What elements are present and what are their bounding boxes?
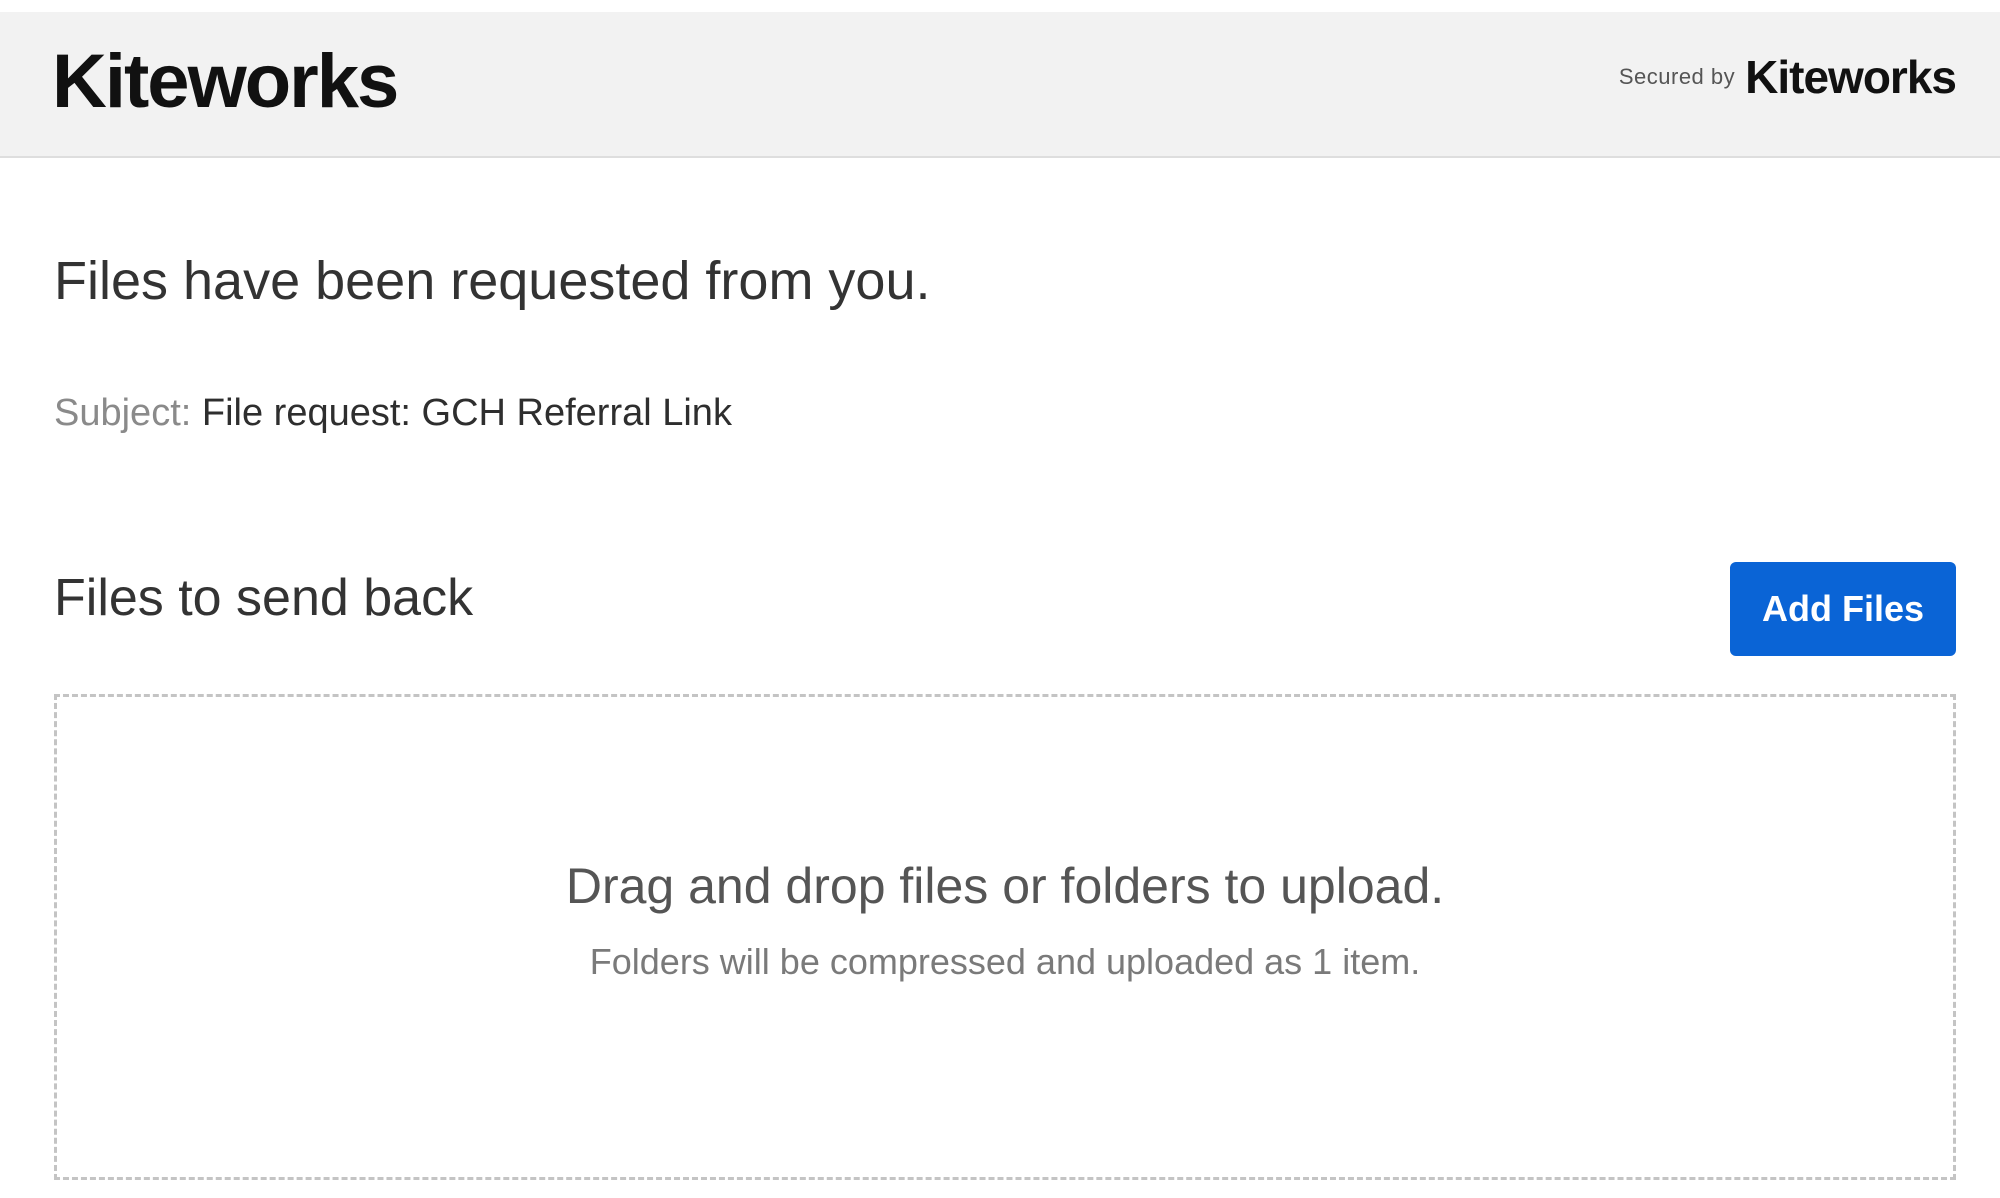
kiteworks-logo[interactable]: Kiteworks xyxy=(52,38,399,125)
subject-value: File request: GCH Referral Link xyxy=(201,392,732,434)
secured-by-badge: Secured by Kiteworks xyxy=(1618,50,1957,104)
dropzone-primary-text: Drag and drop files or folders to upload… xyxy=(565,858,1445,914)
page-header: Kiteworks Secured by Kiteworks xyxy=(0,12,2000,158)
files-section-title: Files to send back xyxy=(54,569,474,627)
add-files-button[interactable]: Add Files xyxy=(1730,562,1956,656)
request-heading: Files have been requested from you. xyxy=(54,251,931,311)
secured-by-label: Secured by xyxy=(1618,64,1736,89)
secured-by-logo: Kiteworks xyxy=(1745,51,1957,103)
file-dropzone[interactable]: Drag and drop files or folders to upload… xyxy=(54,694,1956,1180)
top-strip xyxy=(0,0,2000,12)
dropzone-secondary-text: Folders will be compressed and uploaded … xyxy=(589,941,1421,982)
subject-label: Subject: xyxy=(54,392,192,434)
subject-line: Subject: File request: GCH Referral Link xyxy=(54,392,732,435)
logo-text: Kiteworks xyxy=(52,39,399,124)
